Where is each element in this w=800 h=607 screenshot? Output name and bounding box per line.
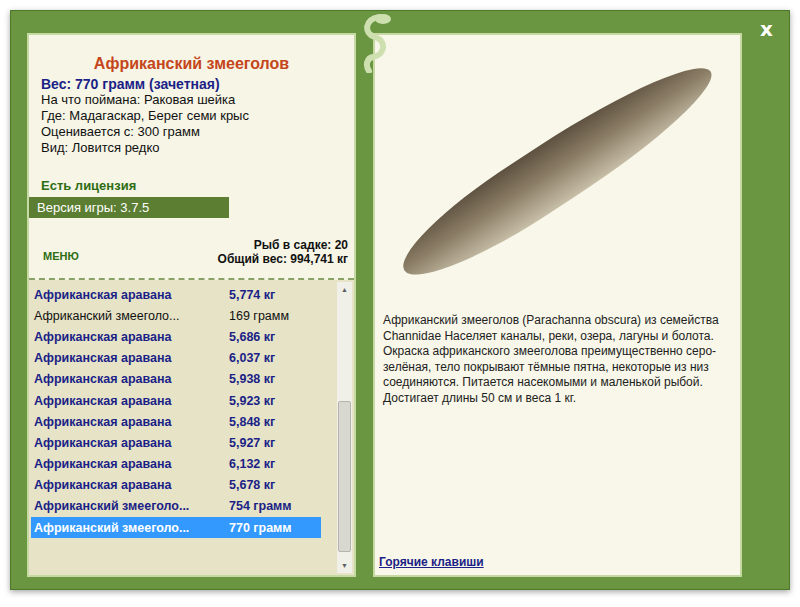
fish-description: Африканский змееголов (Parachanna obscur… <box>375 307 740 555</box>
scroll-down-icon[interactable]: ▼ <box>337 558 352 573</box>
catch-row[interactable]: Африканский змееголо...754 грамм <box>31 496 321 517</box>
catch-weight: 169 грамм <box>229 309 289 323</box>
catch-name: Африканская аравана <box>34 415 229 429</box>
total-weight: Общий вес: 994,741 кг <box>218 252 348 266</box>
fish-description-panel: Африканский змееголов (Parachanna obscur… <box>373 33 742 577</box>
catch-weight: 5,923 кг <box>229 394 275 408</box>
catch-weight: 5,678 кг <box>229 478 275 492</box>
catch-name: Африканская аравана <box>34 288 229 302</box>
scrollbar[interactable]: ▲▼ <box>337 282 352 573</box>
catch-weight: 770 грамм <box>229 521 292 535</box>
fish-info: Африканский змееголов Вес: 770 грамм (зач… <box>29 35 354 156</box>
catch-name: Африканский змееголо... <box>34 521 229 535</box>
fish-detail: Оценивается с: 300 грамм <box>41 124 354 140</box>
catch-row[interactable]: Африканская аравана5,848 кг <box>31 411 321 432</box>
catch-row[interactable]: Африканская аравана5,923 кг <box>31 390 321 411</box>
close-button[interactable]: x <box>756 15 777 43</box>
fish-weight: Вес: 770 грамм (зачетная) <box>41 76 354 92</box>
catch-name: Африканская аравана <box>34 372 229 386</box>
catch-name: Африканский змееголо... <box>34 499 229 513</box>
fish-detail: Где: Мадагаскар, Берег семи крыс <box>41 108 354 124</box>
scroll-up-icon[interactable]: ▲ <box>337 282 352 297</box>
catch-row[interactable]: Африканская аравана5,686 кг <box>31 326 321 347</box>
catch-row[interactable]: Африканская аравана6,037 кг <box>31 348 321 369</box>
catch-row[interactable]: Африканская аравана5,774 кг <box>31 284 321 305</box>
catch-row[interactable]: Африканская аравана5,678 кг <box>31 475 321 496</box>
catch-name: Африканский змееголо... <box>34 309 229 323</box>
catch-weight: 5,774 кг <box>229 288 275 302</box>
fish-image-area <box>375 35 740 307</box>
fish-photo <box>388 46 728 297</box>
fish-card: Африканский змееголов Вес: 770 грамм (зач… <box>27 33 356 577</box>
catch-name: Африканская аравана <box>34 394 229 408</box>
hotkeys-link[interactable]: Горячие клавиши <box>375 555 740 575</box>
menu-button[interactable]: МЕНЮ <box>43 250 79 266</box>
catch-name: Африканская аравана <box>34 436 229 450</box>
keep-net-stats: Рыб в садке: 20Общий вес: 994,741 кг <box>218 238 348 266</box>
catch-row[interactable]: Африканский змееголо...770 грамм <box>31 517 321 538</box>
catch-name: Африканская аравана <box>34 478 229 492</box>
catch-row[interactable]: Африканская аравана6,132 кг <box>31 454 321 475</box>
scroll-thumb[interactable] <box>338 401 351 552</box>
fish-info-window: x Африканский змееголов Вес: 770 грамм (за… <box>10 10 790 590</box>
catch-weight: 5,686 кг <box>229 330 275 344</box>
stats-row: МЕНЮ Рыб в садке: 20Общий вес: 994,741 кг <box>29 218 354 266</box>
catch-row[interactable]: Африканская аравана5,938 кг <box>31 369 321 390</box>
fish-title: Африканский змееголов <box>41 55 354 73</box>
catch-weight: 6,037 кг <box>229 351 275 365</box>
catch-weight: 5,848 кг <box>229 415 275 429</box>
catch-name: Африканская аравана <box>34 457 229 471</box>
snake-ornament-icon <box>351 13 407 73</box>
catch-weight: 754 грамм <box>229 499 292 513</box>
fish-detail: На что поймана: Раковая шейка <box>41 92 354 108</box>
catch-weight: 6,132 кг <box>229 457 275 471</box>
fish-count: Рыб в садке: 20 <box>218 238 348 252</box>
catch-list: Африканская аравана5,774 кгАфриканский з… <box>29 280 354 575</box>
catch-name: Африканская аравана <box>34 330 229 344</box>
catch-row[interactable]: Африканская аравана5,927 кг <box>31 432 321 453</box>
catch-weight: 5,927 кг <box>229 436 275 450</box>
version-bar: Версия игры: 3.7.5 <box>29 197 229 218</box>
scroll-track[interactable] <box>337 297 352 558</box>
license-status: Есть лицензия <box>41 178 354 193</box>
fish-detail: Вид: Ловится редко <box>41 140 354 156</box>
catch-name: Африканская аравана <box>34 351 229 365</box>
catch-weight: 5,938 кг <box>229 372 275 386</box>
catch-row[interactable]: Африканский змееголо...169 грамм <box>31 305 321 326</box>
